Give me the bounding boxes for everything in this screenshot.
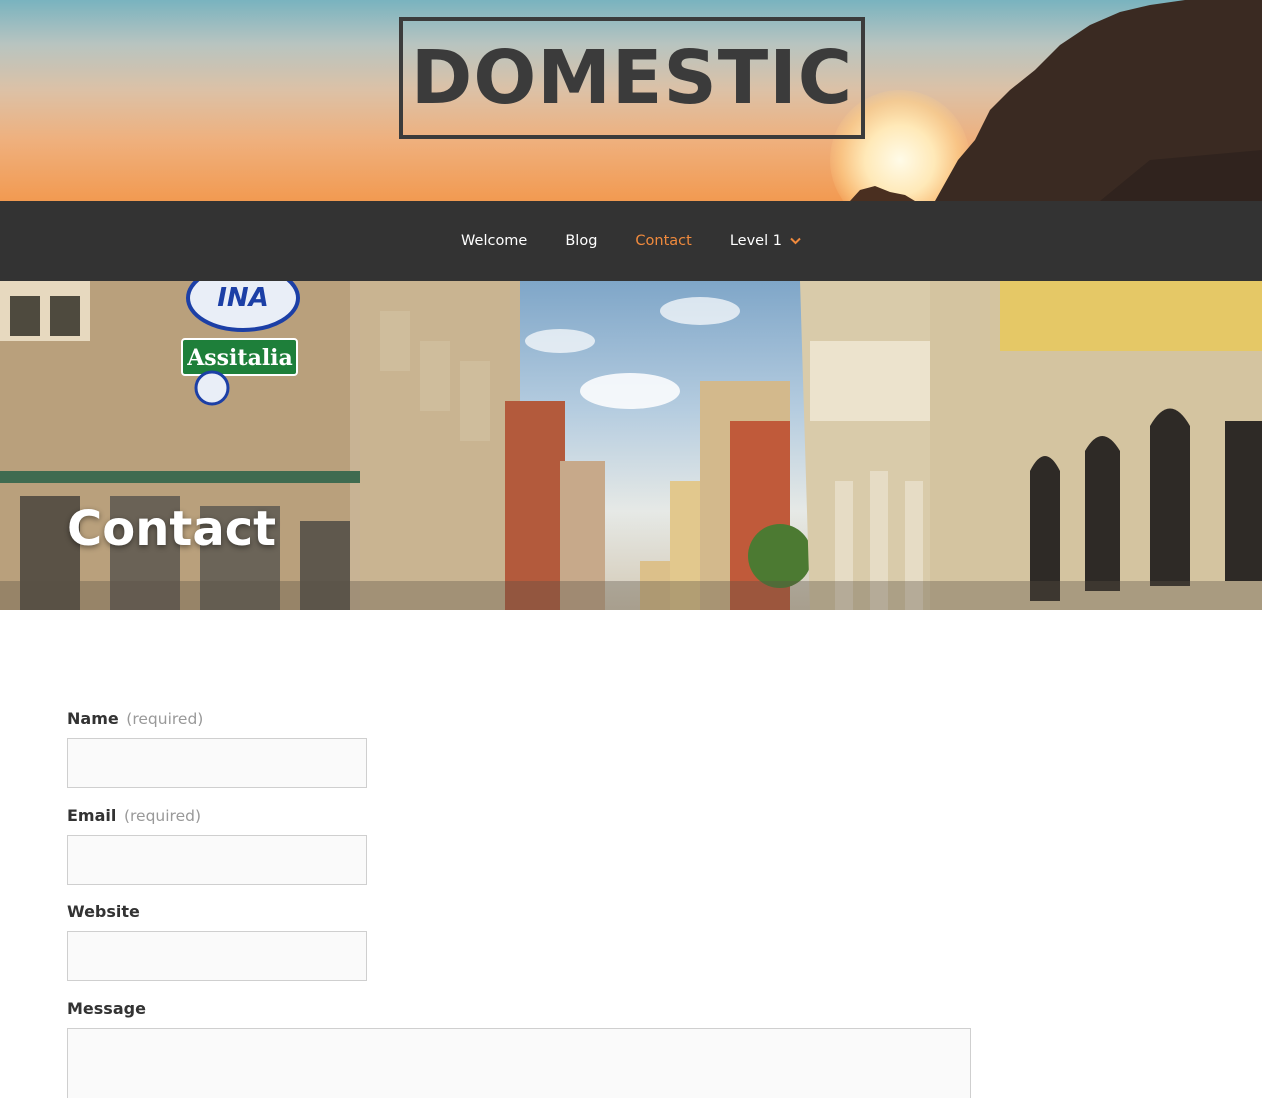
site-title-box[interactable]: DOMESTIC xyxy=(399,17,865,139)
ina-sign-text: INA xyxy=(217,283,269,313)
website-field-group: Website xyxy=(67,901,971,998)
chevron-down-icon[interactable] xyxy=(790,237,801,245)
main-navigation: Welcome Blog Contact Level 1 xyxy=(0,201,1262,281)
nav-item-label: Contact xyxy=(635,233,692,249)
nav-item-level-1[interactable]: Level 1 xyxy=(730,233,801,249)
nav-item-label: Blog xyxy=(565,233,598,249)
email-field-group: Email (required) xyxy=(67,805,971,902)
required-indicator: (required) xyxy=(126,710,204,728)
nav-item-label: Welcome xyxy=(461,233,528,249)
name-input[interactable] xyxy=(67,738,367,788)
nav-item-label: Level 1 xyxy=(729,233,782,249)
message-label-text: Message xyxy=(67,998,146,1018)
email-input[interactable] xyxy=(67,834,367,885)
email-label: Email (required) xyxy=(67,805,971,827)
contact-form: Name (required) Email (required) Website… xyxy=(67,708,971,1098)
website-input[interactable] xyxy=(67,931,367,981)
website-label-text: Website xyxy=(67,902,140,921)
nav-item-welcome[interactable]: Welcome xyxy=(461,233,527,249)
nav-item-blog[interactable]: Blog xyxy=(565,233,597,249)
site-title[interactable]: DOMESTIC xyxy=(411,41,853,115)
name-label-text: Name xyxy=(67,709,119,728)
site-header: DOMESTIC xyxy=(0,0,1262,201)
name-field-group: Name (required) xyxy=(67,708,971,805)
street-scene-image: INA Assitalia xyxy=(0,281,1262,610)
assitalia-sign-text: Assitalia xyxy=(186,345,293,371)
message-label: Message xyxy=(67,998,971,1020)
name-label: Name (required) xyxy=(67,708,971,730)
website-label: Website xyxy=(67,901,971,923)
message-field-group: Message xyxy=(67,998,971,1098)
message-textarea[interactable] xyxy=(67,1027,971,1098)
nav-item-contact[interactable]: Contact xyxy=(635,233,691,249)
hero-banner: INA Assitalia Contact xyxy=(0,281,1262,610)
required-indicator: (required) xyxy=(123,806,201,825)
page-title: Contact xyxy=(67,501,277,557)
email-label-text: Email xyxy=(67,805,117,825)
